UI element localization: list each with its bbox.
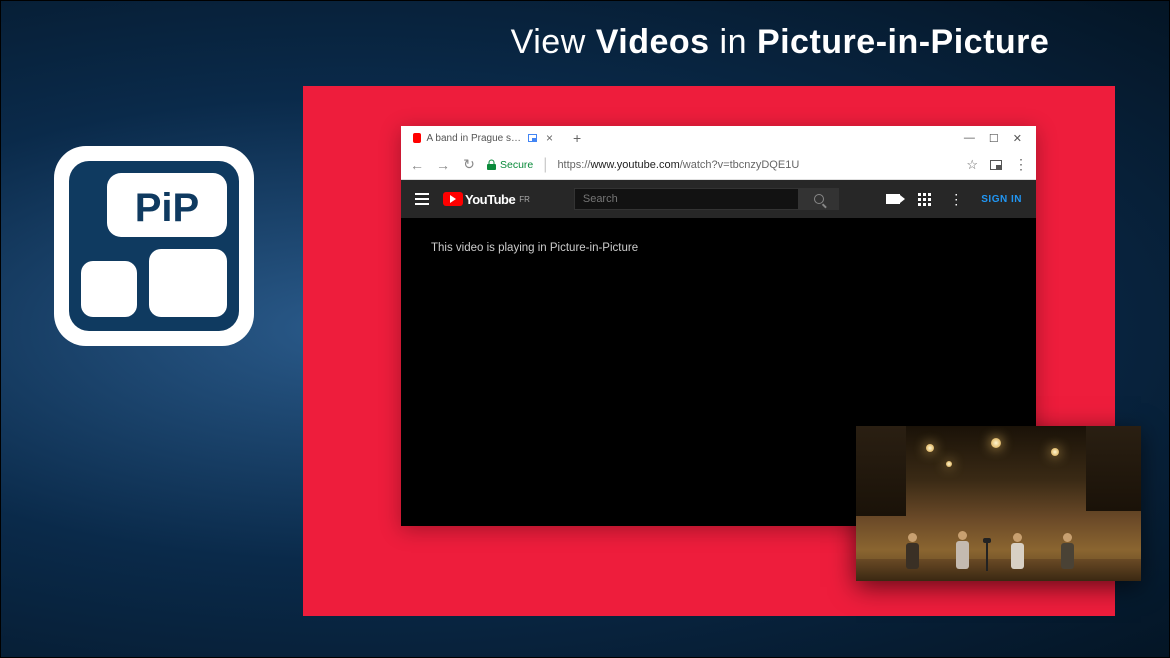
lock-icon [487,159,496,170]
search-button[interactable] [799,188,839,210]
pip-playing-message: This video is playing in Picture-in-Pict… [401,218,1036,278]
tab-strip: A band in Prague sings th × + — ☐ ✕ [401,126,1036,150]
headline-word1: Videos [596,23,710,61]
close-window-button[interactable]: ✕ [1013,132,1022,145]
reload-button[interactable]: ↻ [461,156,477,173]
address-bar: ← → ↻ Secure | https://www.youtube.com/w… [401,150,1036,180]
url-domain: www.youtube.com [590,159,679,171]
youtube-settings-button[interactable]: ⋮ [949,191,963,208]
window-controls: — ☐ ✕ [964,132,1032,145]
new-tab-button[interactable]: + [565,130,589,146]
pip-indicator-icon [528,134,537,142]
video-thumbnail [856,426,1141,581]
hamburger-menu-button[interactable] [415,193,429,205]
url-input[interactable]: https://www.youtube.com/watch?v=tbcnzyDQ… [557,159,956,171]
secure-label: Secure [500,159,533,171]
pip-floating-window[interactable] [856,426,1141,581]
url-path: /watch?v=tbcnzyDQE1U [680,159,800,171]
minimize-button[interactable]: — [964,132,975,145]
promo-headline: View Videos in Picture-in-Picture [411,23,1149,62]
maximize-button[interactable]: ☐ [989,132,999,145]
browser-tab[interactable]: A band in Prague sings th × [405,127,565,149]
search-input[interactable] [574,188,799,210]
search-icon [814,194,824,204]
back-button[interactable]: ← [409,157,425,173]
browser-menu-button[interactable]: ⋮ [1014,156,1028,173]
youtube-region: FR [519,195,530,204]
youtube-play-icon [443,192,463,206]
secure-indicator[interactable]: Secure [487,159,533,171]
bookmark-button[interactable]: ☆ [966,157,978,173]
headline-word2: Picture-in-Picture [757,23,1049,61]
youtube-brand-text: YouTube [465,192,515,207]
youtube-favicon-icon [413,133,421,143]
apps-grid-icon[interactable] [918,193,931,206]
create-video-icon[interactable] [886,194,900,204]
youtube-logo[interactable]: YouTube FR [443,192,530,207]
tab-title: A band in Prague sings th [426,133,523,144]
headline-mid: in [710,23,757,61]
youtube-header: YouTube FR ⋮ SIGN IN [401,180,1036,218]
pip-extension-icon[interactable] [990,160,1002,170]
pip-app-icon: PiP [49,141,259,351]
headline-pre: View [511,23,596,61]
url-protocol: https:// [557,159,590,171]
signin-button[interactable]: SIGN IN [981,194,1022,205]
tab-close-button[interactable]: × [542,131,557,145]
forward-button[interactable]: → [435,157,451,173]
svg-text:PiP: PiP [135,186,199,230]
